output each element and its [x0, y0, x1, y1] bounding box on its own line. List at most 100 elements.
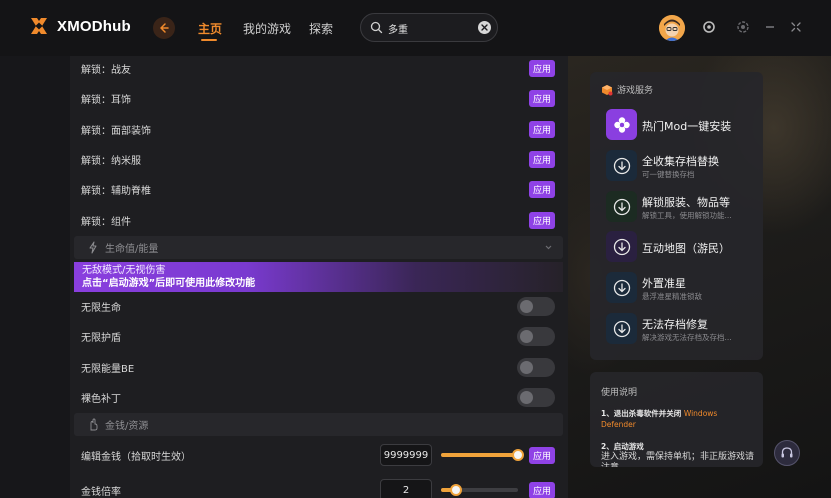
game-services-card: 游戏服务 热门Mod一键安装 全收集存档替换 可一键替换存档 解锁服装、物品等 …	[590, 72, 763, 360]
toggle-switch[interactable]	[517, 326, 555, 346]
section-header-health[interactable]: 生命值/能量	[74, 236, 563, 259]
search-box[interactable]	[360, 13, 498, 42]
apply-button[interactable]: 应用	[529, 59, 555, 77]
unlock-label: 解锁：耳饰	[81, 94, 131, 106]
headset-icon	[781, 447, 793, 458]
toggle-knob	[520, 390, 533, 404]
unlock-row: 解锁：辅助脊椎 应用	[70, 174, 568, 204]
service-item[interactable]: 解锁服装、物品等 解锁工具，使用解锁功能...	[606, 191, 756, 223]
unlock-label: 解锁：纳米服	[81, 155, 141, 167]
apply-button[interactable]: 应用	[529, 446, 555, 464]
app-name: XMODhub	[57, 17, 131, 35]
services-title: 游戏服务	[617, 86, 654, 96]
toggle-switch[interactable]	[517, 357, 555, 377]
toggle-label: 无限能量BE	[81, 363, 135, 375]
apply-button[interactable]: 应用	[529, 120, 555, 138]
apply-button[interactable]: 应用	[529, 89, 555, 107]
money-row: 编辑金钱（拾取时生效） 应用	[70, 440, 568, 470]
section-header-money[interactable]: 金钱/资源	[74, 413, 563, 436]
service-item[interactable]: 全收集存档替换 可一键替换存档	[606, 150, 756, 182]
service-title: 热门Mod一键安装	[642, 120, 732, 133]
nav-home[interactable]: 主页	[198, 20, 222, 37]
cube-icon	[602, 84, 613, 95]
service-title: 全收集存档替换	[642, 155, 719, 168]
money-row: 金钱倍率 应用	[70, 475, 568, 498]
unlock-label: 解锁：战友	[81, 64, 131, 76]
service-icon-box	[606, 150, 637, 181]
toggle-row: 无限能量BE	[70, 352, 568, 382]
toggle-row: 无限生命	[70, 291, 568, 321]
unlock-row: 解锁：战友 应用	[70, 56, 568, 83]
service-title: 解锁服装、物品等	[642, 196, 730, 209]
section-title: 生命值/能量	[105, 244, 159, 255]
toggle-label: 无限生命	[81, 302, 121, 314]
banner-feature-name: 无敌模式/无视伤害	[82, 265, 166, 276]
apply-button[interactable]: 应用	[529, 211, 555, 229]
nav-explore[interactable]: 探索	[309, 20, 333, 37]
minimize-icon[interactable]	[763, 20, 777, 34]
notification-icon[interactable]	[702, 20, 716, 34]
top-bar: XMODhub 主页 我的游戏 探索	[0, 0, 831, 56]
services-header: 游戏服务	[601, 83, 653, 96]
service-subtitle: 可一键替换存档	[642, 170, 695, 179]
toggle-switch[interactable]	[517, 296, 555, 316]
toggle-row: 裸色补丁	[70, 382, 568, 412]
toggle-knob	[520, 299, 533, 313]
multiplier-input[interactable]	[380, 479, 432, 498]
nav-my-games[interactable]: 我的游戏	[243, 20, 291, 37]
user-avatar[interactable]	[659, 15, 685, 41]
slider-thumb[interactable]	[512, 449, 524, 461]
unlock-label: 解锁：辅助脊椎	[81, 185, 151, 197]
service-icon-box	[606, 109, 637, 140]
money-value-input[interactable]	[380, 444, 432, 466]
hand-icon	[90, 418, 98, 431]
service-item[interactable]: 互动地图（游民）	[606, 231, 756, 263]
search-input[interactable]	[388, 20, 468, 36]
service-icon-box	[606, 272, 637, 303]
service-subtitle: 悬浮准星精准锁敌	[642, 292, 702, 301]
download-circle-icon	[613, 279, 630, 296]
toggle-knob	[520, 360, 533, 374]
service-title: 外置准星	[642, 277, 686, 290]
service-subtitle: 解决游戏无法存档及存档...	[642, 333, 732, 342]
service-icon-box	[606, 231, 637, 262]
unlock-row: 解锁：组件 应用	[70, 205, 568, 235]
toggle-row: 无限护盾	[70, 321, 568, 351]
multiplier-slider[interactable]	[441, 484, 518, 496]
mod-options-panel: 解锁：战友 应用 解锁：耳饰 应用 解锁：面部装饰 应用 解锁：纳米服 应用 解…	[70, 56, 568, 498]
back-button[interactable]	[153, 17, 175, 39]
banner-hint-text: 点击“启动游戏”后即可使用此修改功能	[82, 278, 256, 289]
slider-thumb[interactable]	[450, 484, 463, 496]
step1-text: 1、退出杀毒软件并关闭	[601, 409, 684, 418]
service-title: 无法存档修复	[642, 318, 708, 331]
unlock-label: 解锁：组件	[81, 216, 131, 228]
nav-active-indicator	[201, 39, 217, 41]
clear-search-button[interactable]	[478, 21, 491, 34]
unlock-row: 解锁：纳米服 应用	[70, 144, 568, 174]
unlock-row: 解锁：耳饰 应用	[70, 83, 568, 113]
download-circle-icon	[613, 238, 630, 255]
money-label: 金钱倍率	[81, 486, 121, 498]
instructions-step-1: 1、退出杀毒软件并关闭 Windows Defender	[601, 408, 751, 430]
money-slider[interactable]	[441, 449, 524, 461]
settings-icon[interactable]	[736, 20, 750, 34]
avatar-face-icon	[659, 15, 685, 41]
service-icon-box	[606, 313, 637, 344]
lightning-icon	[89, 241, 97, 254]
toggle-knob	[520, 329, 533, 343]
apply-button[interactable]: 应用	[529, 150, 555, 168]
apply-button[interactable]: 应用	[529, 481, 555, 498]
section-title: 金钱/资源	[105, 421, 149, 432]
support-button[interactable]	[774, 440, 800, 466]
flower-icon	[613, 116, 630, 133]
toggle-switch[interactable]	[517, 387, 555, 407]
service-item[interactable]: 外置准星 悬浮准星精准锁敌	[606, 272, 756, 304]
close-window-icon[interactable]	[789, 20, 803, 34]
service-title: 互动地图（游民）	[642, 242, 730, 255]
service-item[interactable]: 热门Mod一键安装	[606, 109, 756, 141]
chevron-down-icon	[545, 245, 552, 250]
app-logo[interactable]: XMODhub	[28, 15, 131, 37]
service-item[interactable]: 无法存档修复 解决游戏无法存档及存档...	[606, 313, 756, 345]
launch-hint-banner: 无敌模式/无视伤害 点击“启动游戏”后即可使用此修改功能	[74, 262, 563, 292]
apply-button[interactable]: 应用	[529, 180, 555, 198]
